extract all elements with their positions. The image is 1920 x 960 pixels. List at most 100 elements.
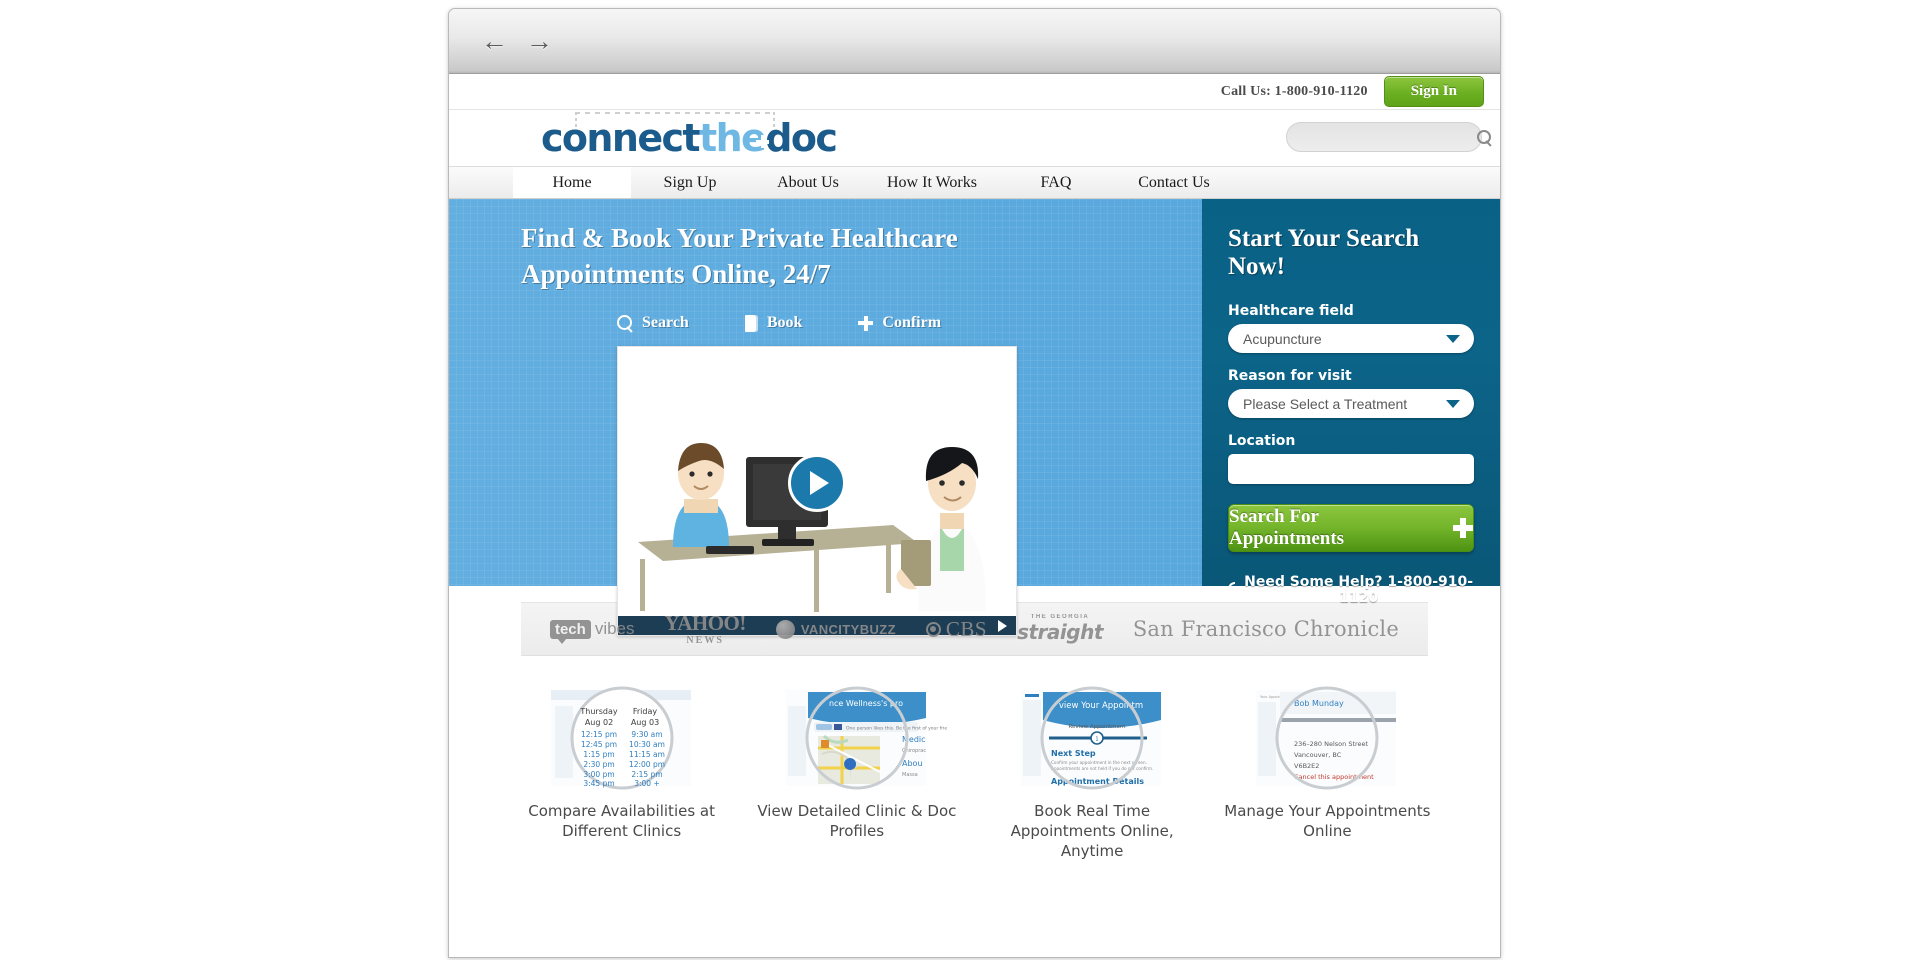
svg-text:Confirm your appointment in th: Confirm your appointment in the next scr… xyxy=(1051,760,1147,765)
reason-for-visit-select[interactable]: Please Select a Treatment xyxy=(1228,389,1474,418)
browser-window: ← → Call Us: 1-800-910-1120 Sign In conn… xyxy=(448,8,1501,958)
chevron-down-icon xyxy=(1446,334,1460,343)
forward-icon[interactable]: → xyxy=(526,27,553,55)
vancitybuzz-wordmark: VANCITYBUZZ xyxy=(800,621,896,637)
techvibes-rest: vibes xyxy=(594,619,635,638)
back-icon[interactable]: ← xyxy=(481,27,508,55)
nav-item-about-us[interactable]: About Us xyxy=(749,167,867,198)
review-appointment-magnifier-illustration: view Your Appointm Review Appointment 1 … xyxy=(1021,686,1162,790)
feature-thumbnail: nce Wellness's pro One person likes this… xyxy=(744,684,969,792)
medical-cross-icon xyxy=(756,135,769,148)
svg-text:One person likes this. Be the: One person likes this. Be the first of y… xyxy=(846,726,947,732)
play-button[interactable] xyxy=(788,453,846,512)
svg-text:1:15 pm: 1:15 pm xyxy=(583,750,614,759)
search-for-appointments-button[interactable]: Search For Appointments xyxy=(1228,504,1474,552)
vancitybuzz-orb-icon xyxy=(775,619,795,639)
plus-icon xyxy=(1453,518,1473,538)
hero-left-column: Find & Book Your Private Healthcare Appo… xyxy=(449,199,1202,637)
feature-card-manage-appointments[interactable]: Your Appointments Bob Munday 236–280 Nel… xyxy=(1215,684,1440,862)
nav-item-faq[interactable]: FAQ xyxy=(997,167,1115,198)
nav-item-sign-up[interactable]: Sign Up xyxy=(631,167,749,198)
svg-text:236–280 Nelson Street: 236–280 Nelson Street xyxy=(1294,740,1369,748)
site-logo[interactable]: connectthedoc xyxy=(541,116,838,160)
video-player[interactable] xyxy=(617,346,1017,637)
svg-text:3:00 +: 3:00 + xyxy=(634,779,660,788)
phone-icon xyxy=(1228,582,1236,598)
cbs-wordmark: CBS xyxy=(945,616,988,641)
header-search-box[interactable] xyxy=(1286,122,1491,152)
play-arrow-icon[interactable] xyxy=(998,619,1007,632)
feature-card-view-profiles[interactable]: nce Wellness's pro One person likes this… xyxy=(744,684,969,862)
feature-thumbnail: Thursday Friday Aug 02 Aug 03 12:15 pm 1… xyxy=(509,684,734,792)
svg-text:1: 1 xyxy=(1096,737,1099,743)
svg-text:2:15 pm: 2:15 pm xyxy=(631,770,662,779)
svg-text:Bob Munday: Bob Munday xyxy=(1294,699,1344,708)
press-logo-vancitybuzz: VANCITYBUZZ xyxy=(775,619,896,639)
svg-text:Vancouver, BC: Vancouver, BC xyxy=(1294,751,1342,759)
svg-text:Aug 03: Aug 03 xyxy=(630,718,658,727)
feature-thumbnail: view Your Appointm Review Appointment 1 … xyxy=(980,684,1205,792)
svg-text:Massa: Massa xyxy=(902,772,918,778)
location-input[interactable] xyxy=(1228,454,1474,484)
svg-text:Friday: Friday xyxy=(633,707,658,716)
healthcare-field-value: Acupuncture xyxy=(1243,330,1322,347)
help-line[interactable]: Need Some Help? 1-800-910-1120 xyxy=(1228,574,1474,606)
sign-in-button[interactable]: Sign In xyxy=(1383,76,1484,107)
svg-text:Review Appointment: Review Appointment xyxy=(1069,724,1127,730)
step-confirm[interactable]: Confirm xyxy=(858,314,941,332)
feature-card-book-realtime[interactable]: view Your Appointm Review Appointment 1 … xyxy=(980,684,1205,862)
straight-wordmark: straight xyxy=(1017,620,1103,644)
logo-part-d: d xyxy=(765,116,792,160)
help-text: Need Some Help? 1-800-910-1120 xyxy=(1244,574,1474,606)
logo-part-connect: connect xyxy=(541,116,701,160)
svg-text:Next Step: Next Step xyxy=(1051,749,1096,758)
nav-item-home[interactable]: Home xyxy=(513,167,631,198)
press-logo-cbs: CBS xyxy=(925,616,988,642)
plus-icon xyxy=(858,315,874,331)
svg-text:2:30 pm: 2:30 pm xyxy=(583,760,614,769)
cbs-eye-icon xyxy=(925,621,941,637)
step-search[interactable]: Search xyxy=(617,314,689,332)
clinic-profile-magnifier-illustration: nce Wellness's pro One person likes this… xyxy=(785,686,947,790)
steps-row: Search Book Confirm xyxy=(617,314,1202,332)
feature-caption: Book Real Time Appointments Online, Anyt… xyxy=(1010,802,1174,860)
hero-section: Find & Book Your Private Healthcare Appo… xyxy=(449,199,1500,637)
svg-text:Appointments are not held if y: Appointments are not held if you do not … xyxy=(1051,766,1153,771)
main-navigation: Home Sign Up About Us How It Works FAQ C… xyxy=(449,166,1500,199)
search-button-label: Search For Appointments xyxy=(1229,506,1345,549)
browser-chrome: ← → xyxy=(449,9,1500,74)
screenshot-canvas: ← → Call Us: 1-800-910-1120 Sign In conn… xyxy=(0,0,1920,960)
play-arrow-icon xyxy=(810,470,829,495)
hero-headline-line2: Appointments Online, 24/7 xyxy=(521,258,831,289)
feature-card-compare-availabilities[interactable]: Thursday Friday Aug 02 Aug 03 12:15 pm 1… xyxy=(509,684,734,862)
svg-text:V6B2E2: V6B2E2 xyxy=(1294,762,1319,770)
svg-text:Abou: Abou xyxy=(902,759,923,768)
reason-for-visit-value: Please Select a Treatment xyxy=(1243,395,1408,412)
press-logo-yahoo-news: YAHOO! NEWS xyxy=(664,612,746,646)
search-input[interactable] xyxy=(1301,129,1477,145)
healthcare-field-label: Healthcare field xyxy=(1228,303,1354,319)
call-us-text: Call Us: 1-800-910-1120 xyxy=(1220,83,1368,99)
logo-part-o: o xyxy=(790,116,817,160)
feature-thumbnail: Your Appointments Bob Munday 236–280 Nel… xyxy=(1215,684,1440,792)
nav-item-how-it-works[interactable]: How It Works xyxy=(867,167,997,198)
book-icon xyxy=(744,314,758,332)
feature-caption: View Detailed Clinic & Doc Profiles xyxy=(757,802,957,840)
feature-caption: Manage Your Appointments Online xyxy=(1224,802,1431,840)
search-icon[interactable] xyxy=(1477,129,1492,145)
svg-text:3:45 pm: 3:45 pm xyxy=(583,779,614,788)
step-book-label: Book xyxy=(766,314,803,332)
availabilities-magnifier-illustration: Thursday Friday Aug 02 Aug 03 12:15 pm 1… xyxy=(550,686,691,790)
step-book[interactable]: Book xyxy=(744,314,803,332)
svg-text:12:15 pm: 12:15 pm xyxy=(581,730,617,739)
utility-bar: Call Us: 1-800-910-1120 Sign In xyxy=(449,74,1500,110)
nav-item-contact-us[interactable]: Contact Us xyxy=(1115,167,1233,198)
hero-headline: Find & Book Your Private Healthcare Appo… xyxy=(521,221,1071,292)
logo-row: connectthedoc xyxy=(449,110,1500,166)
chevron-down-icon xyxy=(1446,399,1460,408)
yahoo-news-sub: NEWS xyxy=(686,634,724,646)
feature-cards: Thursday Friday Aug 02 Aug 03 12:15 pm 1… xyxy=(449,666,1500,862)
healthcare-field-select[interactable]: Acupuncture xyxy=(1228,324,1474,353)
techvibes-box: tech xyxy=(549,619,591,644)
press-logo-techvibes: tech vibes xyxy=(549,619,635,644)
